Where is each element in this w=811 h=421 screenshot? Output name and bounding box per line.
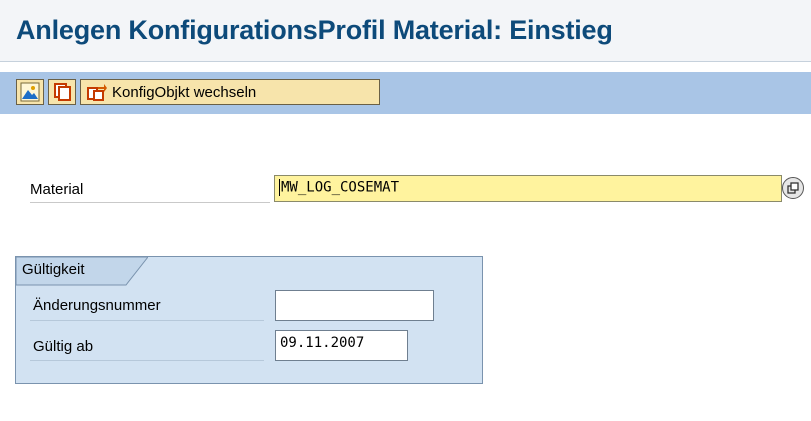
material-label-underline [30, 202, 270, 203]
valid-from-input[interactable]: 09.11.2007 [275, 330, 408, 361]
switch-config-object-label: KonfigObjkt wechseln [112, 83, 257, 101]
copy-windows-icon [54, 83, 71, 101]
change-number-input[interactable] [275, 290, 434, 321]
switch-object-icon [87, 84, 107, 101]
mountain-picture-icon [20, 82, 40, 102]
title-divider [0, 61, 811, 62]
validity-group-title: Gültigkeit [22, 261, 85, 278]
material-input[interactable]: MW_LOG_COSEMAT [274, 175, 782, 202]
change-number-label: Änderungsnummer [33, 297, 161, 314]
copy-button[interactable] [48, 79, 76, 105]
value-help-button[interactable] [782, 177, 804, 199]
switch-config-object-button[interactable]: KonfigObjkt wechseln [80, 79, 380, 105]
value-help-icon [787, 182, 799, 194]
text-cursor [279, 179, 280, 196]
material-label: Material [30, 181, 84, 198]
material-value: MW_LOG_COSEMAT [281, 179, 400, 196]
title-bar: Anlegen KonfigurationsProfil Material: E… [0, 0, 811, 62]
display-picture-button[interactable] [16, 79, 44, 105]
valid-from-label: Gültig ab [33, 338, 94, 355]
page-title: Anlegen KonfigurationsProfil Material: E… [16, 15, 613, 45]
